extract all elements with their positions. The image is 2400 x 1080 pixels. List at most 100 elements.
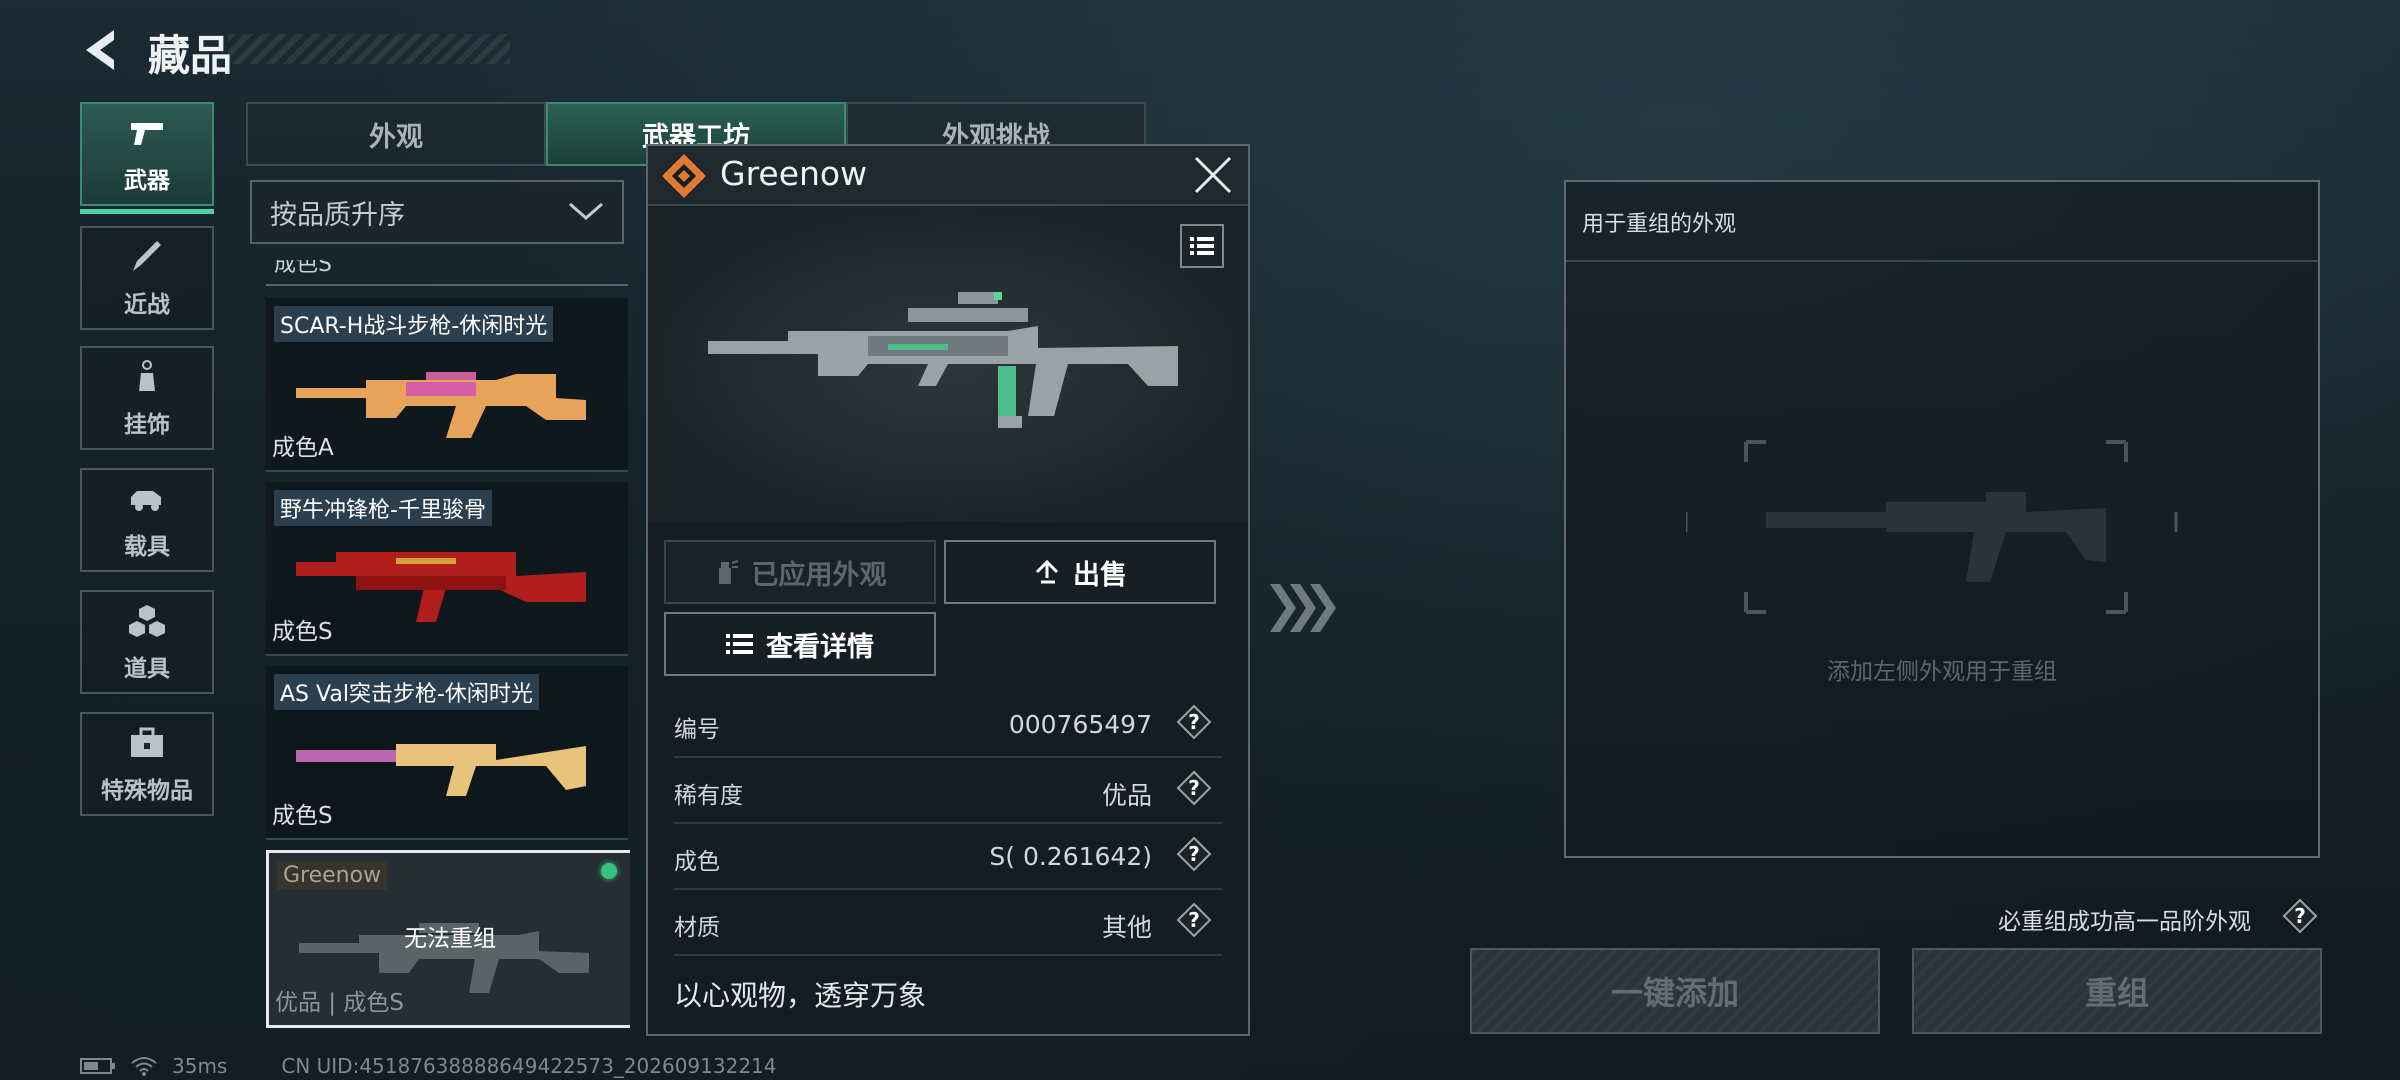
info-row-serial: 编号 000765497 ? (674, 692, 1222, 758)
nav-weapons[interactable]: 武器 (80, 102, 214, 214)
bizon-smg-image (296, 552, 586, 622)
svg-text:?: ? (1188, 776, 1200, 800)
applied-appearance-label: 已应用外观 (751, 559, 887, 591)
skin-list[interactable]: 成色S SCAR-H战斗步枪-休闲时光 成色A 野牛冲锋枪-千里骏骨 成色S A… (250, 260, 630, 1030)
item-name: 野牛冲锋枪-千里骏骨 (274, 490, 492, 526)
page-title: 藏品 (148, 31, 233, 80)
nav-label: 特殊物品 (101, 778, 193, 804)
info-key: 稀有度 (674, 783, 743, 809)
sell-label: 出售 (1073, 559, 1127, 591)
info-value: 优品 (1101, 781, 1152, 810)
back-arrow-icon[interactable] (78, 26, 122, 74)
add-all-button[interactable]: 一键添加 (1470, 948, 1880, 1034)
recombine-panel[interactable]: 用于重组的外观 添加左侧外观用于重组 (1564, 180, 2320, 858)
nav-charms[interactable]: 挂饰 (80, 346, 214, 450)
popup-header: Greenow (648, 146, 1248, 206)
help-icon[interactable]: ? (1176, 704, 1212, 740)
divider (266, 284, 628, 286)
list-item[interactable]: 野牛冲锋枪-千里骏骨 成色S (266, 482, 628, 656)
close-icon[interactable] (1192, 154, 1234, 196)
nav-label: 近战 (124, 292, 170, 318)
info-key: 编号 (674, 717, 720, 743)
uid-text: CN UID:451876388886494225​73_20260913221… (281, 1054, 777, 1078)
svg-text:?: ? (1188, 908, 1200, 932)
nav-label: 挂饰 (124, 412, 170, 438)
tab-appearance[interactable]: 外观 (246, 102, 546, 166)
partial-grade-label: 成色S (274, 260, 332, 277)
sell-icon (1035, 559, 1059, 584)
info-key: 材质 (674, 915, 720, 941)
chevron-down-icon (569, 202, 603, 220)
nav-label: 载具 (124, 534, 170, 560)
applied-appearance-button[interactable]: 已应用外观 (664, 540, 936, 604)
item-grade: 成色S (272, 619, 333, 645)
nav-melee[interactable]: 近战 (80, 226, 214, 330)
popup-title: Greenow (720, 154, 868, 193)
list-item[interactable]: SCAR-H战斗步枪-休闲时光 成色A (266, 298, 628, 472)
list-icon (1190, 237, 1214, 255)
cubes-icon (129, 605, 165, 637)
panel-header: 用于重组的外观 (1566, 182, 2318, 262)
list-item-selected[interactable]: Greenow 无法重组 优品 | 成色S (266, 850, 630, 1028)
info-row-condition: 成色 S( 0.261642) ? (674, 824, 1222, 890)
nav-special-items[interactable]: 特殊物品 (80, 712, 214, 816)
guarantee-text: 必重组成功高一品阶外观 (1998, 909, 2251, 935)
knife-icon (133, 241, 161, 271)
help-icon[interactable]: ? (1176, 770, 1212, 806)
sort-dropdown[interactable]: 按品质升序 (250, 180, 624, 244)
nav-items[interactable]: 道具 (80, 590, 214, 694)
spray-icon (718, 560, 738, 584)
nav-label: 武器 (124, 168, 170, 194)
scar-rifle-image (296, 372, 586, 438)
nav-label: 道具 (124, 656, 170, 682)
info-key: 成色 (674, 849, 720, 875)
asval-rifle-image (296, 744, 586, 796)
recombine-button[interactable]: 重组 (1912, 948, 2322, 1034)
sell-button[interactable]: 出售 (944, 540, 1216, 604)
item-grade: 优品 | 成色S (275, 990, 404, 1016)
charm-icon (139, 360, 155, 391)
pistol-icon (131, 123, 163, 145)
empty-slot-rifle-icon (1686, 440, 2178, 614)
toolbox-icon (131, 727, 163, 757)
svg-text:?: ? (1188, 842, 1200, 866)
info-row-rarity: 稀有度 优品 ? (674, 758, 1222, 824)
info-value: 000765497 (1008, 710, 1152, 739)
status-bar: 35ms CN UID:451876388886494225​73_202609… (80, 1054, 777, 1078)
panel-title: 用于重组的外观 (1582, 212, 1737, 237)
list-item[interactable]: AS Val突击步枪-休闲时光 成色S (266, 666, 628, 840)
status-dot (601, 863, 617, 879)
nav-vehicles[interactable]: 载具 (80, 468, 214, 572)
item-name: SCAR-H战斗步枪-休闲时光 (274, 306, 554, 342)
cannot-recombine-label: 无法重组 (404, 926, 496, 952)
panel-hint: 添加左侧外观用于重组 (1827, 659, 2057, 685)
item-name: Greenow (277, 861, 388, 890)
help-icon[interactable]: ? (1176, 902, 1212, 938)
view-details-label: 查看详情 (766, 631, 874, 663)
sort-label: 按品质升序 (270, 199, 405, 231)
item-name: AS Val突击步枪-休闲时光 (274, 674, 539, 710)
help-icon[interactable]: ? (2282, 898, 2318, 934)
svg-text:?: ? (1188, 710, 1200, 734)
battery-icon (80, 1058, 115, 1074)
greenow-rifle-preview (708, 292, 1178, 428)
info-row-material: 材质 其他 ? (674, 890, 1222, 956)
info-value: 其他 (1101, 913, 1152, 942)
item-grade: 成色S (272, 803, 333, 829)
skin-detail-popup: Greenow 已应用外观 出售 查看详情 编号 000765497 ? 稀有度… (646, 144, 1250, 1036)
info-value: S( 0.261642) (989, 842, 1152, 871)
flavor-quote: 以心观物，透穿万象 (674, 979, 927, 1012)
list-icon (726, 634, 753, 654)
help-icon[interactable]: ? (1176, 836, 1212, 872)
view-details-button[interactable]: 查看详情 (664, 612, 936, 676)
title-decoration (228, 34, 510, 64)
ping-value: 35ms (172, 1054, 228, 1078)
chevrons-right-icon (1270, 584, 1336, 632)
wifi-icon (131, 1057, 157, 1076)
list-view-button[interactable] (1180, 224, 1224, 268)
svg-text:?: ? (2294, 904, 2306, 928)
item-grade: 成色A (272, 435, 334, 461)
rarity-diamond-icon (662, 154, 706, 198)
car-icon (131, 491, 161, 511)
weapon-preview (648, 206, 1248, 522)
